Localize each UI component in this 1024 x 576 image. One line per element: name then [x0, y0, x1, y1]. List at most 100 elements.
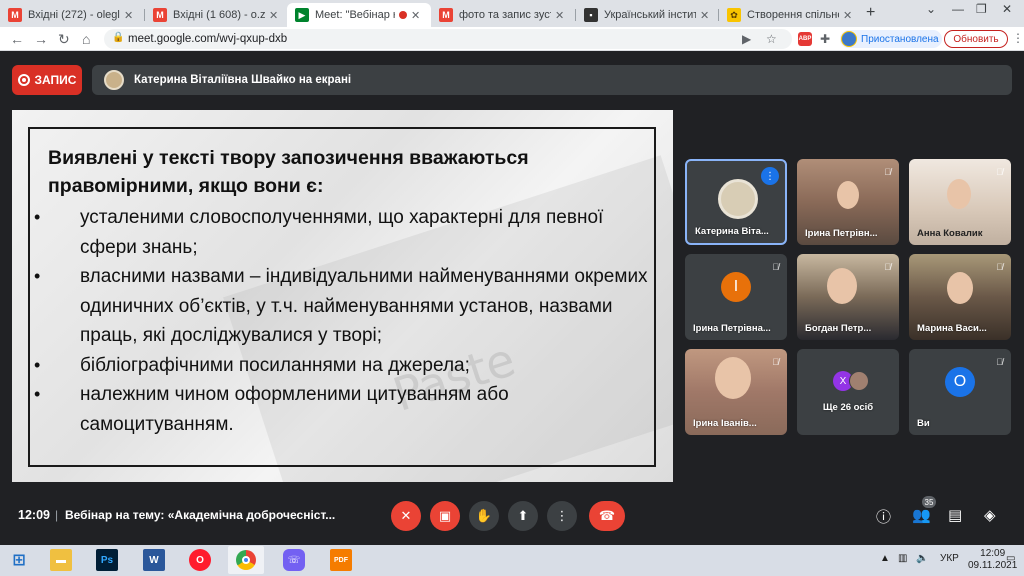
- participant-tile[interactable]: 🎙̸ Богдан Петр...: [797, 254, 899, 340]
- participant-video: [837, 181, 859, 209]
- present-screen-button[interactable]: ⬆: [508, 501, 538, 531]
- minimize-icon[interactable]: —: [952, 2, 964, 16]
- meeting-controls-bar: 12:09 | Вебінар на тему: «Академічна доб…: [0, 494, 1024, 538]
- participant-tile[interactable]: І 🎙̸ Ірина Петрівна...: [685, 254, 787, 340]
- close-icon[interactable]: ✕: [555, 9, 567, 22]
- presenter-banner: Катерина Віталіївна Швайко на екрані: [92, 65, 1012, 95]
- browser-menu-icon[interactable]: ⋮: [1012, 31, 1024, 45]
- opera-icon[interactable]: O: [189, 549, 211, 571]
- participant-avatar: [849, 371, 869, 391]
- participant-name: Ірина Петрівна...: [693, 323, 771, 334]
- pdf-icon[interactable]: PDF: [330, 549, 352, 571]
- reload-icon[interactable]: ↻: [58, 31, 70, 48]
- mic-off-icon: ✕: [400, 508, 412, 523]
- close-icon[interactable]: ✕: [269, 9, 281, 22]
- profile-label: Приостановлена: [861, 33, 939, 45]
- participant-name: Анна Ковалик: [917, 228, 983, 239]
- tab-label: Вхідні (272) - olegluchyn: [28, 9, 120, 21]
- close-icon[interactable]: ✕: [843, 9, 855, 22]
- tab-gmail-1[interactable]: M Вхідні (272) - olegluchyn ✕: [0, 3, 144, 27]
- mic-muted-icon: 🎙̸: [884, 262, 891, 272]
- camera-toggle-button[interactable]: ▣: [430, 501, 460, 531]
- more-participants-label: Ще 26 осіб: [822, 402, 874, 413]
- participant-tile[interactable]: 🎙̸ Ірина Іванів...: [685, 349, 787, 435]
- participant-video: [827, 268, 857, 304]
- network-icon[interactable]: ▥: [898, 553, 907, 564]
- separator: |: [55, 508, 59, 522]
- viber-icon[interactable]: ☏: [283, 549, 305, 571]
- more-participants-avatars: Х: [833, 371, 873, 391]
- mic-muted-icon: 🎙̸: [996, 167, 1003, 177]
- notifications-icon[interactable]: ▭: [1006, 553, 1015, 564]
- people-icon[interactable]: 👥: [912, 506, 931, 524]
- record-icon: [17, 74, 30, 86]
- mic-muted-icon: 🎙̸: [996, 357, 1003, 367]
- mic-toggle-button[interactable]: ✕: [391, 501, 421, 531]
- mic-muted-icon: 🎙̸: [996, 262, 1003, 272]
- hand-icon: ✋: [475, 508, 493, 523]
- leave-call-button[interactable]: ☎: [589, 501, 625, 531]
- photoshop-icon[interactable]: Ps: [96, 549, 118, 571]
- word-icon[interactable]: W: [143, 549, 165, 571]
- presentation-slide: Paste Виявлені у тексті твору запозиченн…: [12, 110, 673, 482]
- activities-icon[interactable]: ◈: [984, 506, 996, 524]
- more-options-button[interactable]: ⋮: [547, 501, 577, 531]
- tray-arrow-icon[interactable]: ▲: [880, 553, 890, 564]
- extensions-puzzle-icon[interactable]: ✚: [820, 32, 830, 46]
- meet-icon: ▶: [295, 8, 309, 22]
- home-icon[interactable]: ⌂: [82, 31, 90, 47]
- restore-icon[interactable]: ❐: [976, 2, 987, 16]
- recording-indicator[interactable]: ЗАПИС: [12, 65, 82, 95]
- new-tab-button[interactable]: +: [866, 4, 875, 22]
- tab-search-icon[interactable]: ⌄: [926, 2, 936, 16]
- file-explorer-icon[interactable]: ▬: [50, 549, 72, 571]
- close-icon[interactable]: ✕: [124, 9, 136, 22]
- window-close-icon[interactable]: ✕: [1002, 2, 1012, 16]
- bullet-marker: •: [34, 207, 41, 227]
- bullet-marker: •: [34, 384, 41, 404]
- bookmark-star-icon[interactable]: ☆: [766, 32, 777, 46]
- participant-tile[interactable]: 🎙̸ Марина Васи...: [909, 254, 1011, 340]
- participant-avatar: І: [721, 272, 751, 302]
- tab-label: Український інститут н: [604, 9, 696, 21]
- slide-bullet: • усталеними словосполученнями, що харак…: [32, 203, 662, 262]
- address-bar[interactable]: 🔒 meet.google.com/wvj-qxup-dxb: [104, 29, 792, 49]
- more-participants-tile[interactable]: Х Ще 26 осіб: [797, 349, 899, 435]
- close-icon[interactable]: ✕: [411, 9, 423, 22]
- raise-hand-button[interactable]: ✋: [469, 501, 499, 531]
- volume-icon[interactable]: 🔈: [916, 553, 928, 564]
- self-tile[interactable]: О 🎙̸ Ви: [909, 349, 1011, 435]
- forward-arrow-icon[interactable]: →: [34, 31, 48, 47]
- participant-tile[interactable]: 🎙̸ Анна Ковалик: [909, 159, 1011, 245]
- participant-tile[interactable]: 🎙̸ Ірина Петрівн...: [797, 159, 899, 245]
- slide-bullet: • належним чином оформленими цитуванням …: [32, 380, 662, 439]
- tab-sunflower[interactable]: ✿ Створення спільної ці ✕: [719, 3, 863, 27]
- chat-icon[interactable]: ▤: [948, 506, 962, 524]
- chrome-taskbar-button[interactable]: [228, 546, 264, 574]
- chrome-icon: [236, 550, 256, 570]
- info-icon[interactable]: ⓘ: [876, 506, 891, 527]
- tab-institute[interactable]: ▪ Український інститут н ✕: [576, 3, 720, 27]
- tab-meet[interactable]: ▶ Meet: "Вебінар на ✕: [287, 3, 431, 27]
- adblock-icon[interactable]: ABP: [798, 32, 812, 46]
- browser-tab-bar: M Вхідні (272) - olegluchyn ✕ M Вхідні (…: [0, 0, 1024, 27]
- gmail-icon: M: [153, 8, 167, 22]
- recording-dot-icon: [399, 11, 407, 19]
- windows-start-icon[interactable]: ⊞: [8, 549, 30, 571]
- bullet-text: належним чином оформленими цитуванням аб…: [80, 384, 509, 435]
- participant-avatar: [718, 179, 758, 219]
- keyboard-language[interactable]: УКР: [940, 553, 959, 564]
- slide-title: Виявлені у тексті твору запозичення вваж…: [48, 147, 529, 197]
- close-icon[interactable]: ✕: [700, 9, 712, 22]
- back-arrow-icon[interactable]: ←: [10, 31, 24, 47]
- mic-muted-icon: 🎙̸: [884, 167, 891, 177]
- update-button[interactable]: Обновить: [944, 30, 1008, 48]
- participant-tile[interactable]: ⋮ Катерина Віта...: [685, 159, 787, 245]
- profile-button[interactable]: Приостановлена: [840, 30, 942, 48]
- institute-icon: ▪: [584, 8, 598, 22]
- camera-icon[interactable]: ▶: [742, 32, 751, 46]
- participant-name: Ірина Петрівн...: [805, 228, 878, 239]
- tab-gmail-3[interactable]: M фото та запис зустрічі ✕: [431, 3, 575, 27]
- tab-gmail-2[interactable]: M Вхідні (1 608) - o.zyban ✕: [145, 3, 289, 27]
- participant-video: [947, 179, 971, 209]
